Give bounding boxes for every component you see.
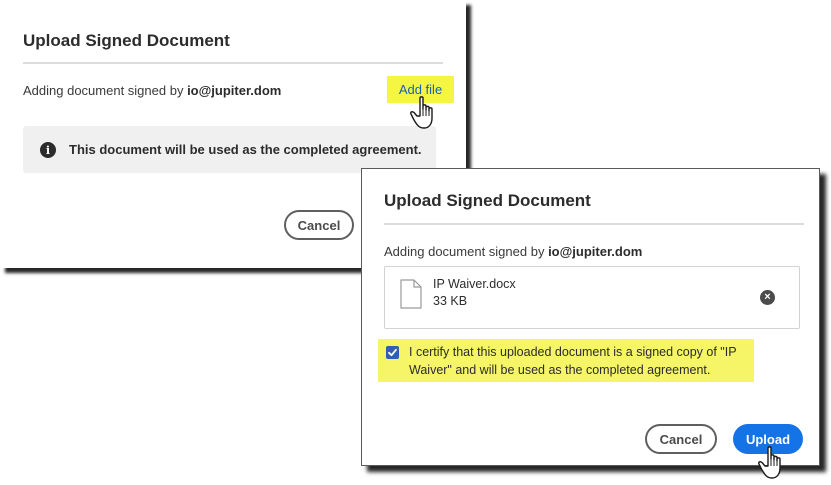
certify-checkbox[interactable] <box>386 346 399 359</box>
signed-by-prefix: Adding document signed by <box>23 83 188 98</box>
checkmark-icon <box>388 348 397 357</box>
cancel-button[interactable]: Cancel <box>645 424 717 454</box>
document-icon <box>400 279 422 309</box>
attached-file-card: IP Waiver.docx 33 KB × <box>384 266 800 329</box>
dialog-title: Upload Signed Document <box>23 31 230 50</box>
signed-by-text: Adding document signed by io@jupiter.dom <box>23 83 281 98</box>
info-banner: i This document will be used as the comp… <box>23 126 436 173</box>
close-circle-icon[interactable]: × <box>760 290 775 305</box>
title-divider <box>384 223 804 225</box>
file-name: IP Waiver.docx <box>433 277 516 291</box>
signed-by-prefix: Adding document signed by <box>384 244 549 259</box>
title-divider <box>23 62 443 64</box>
cancel-button[interactable]: Cancel <box>284 210 354 240</box>
info-icon: i <box>40 142 56 158</box>
hand-pointer-cursor-icon <box>410 96 433 129</box>
signed-by-text: Adding document signed by io@jupiter.dom <box>384 244 642 259</box>
hand-pointer-cursor-icon <box>758 446 781 479</box>
file-size: 33 KB <box>433 294 468 308</box>
signer-email: io@jupiter.dom <box>548 244 643 259</box>
certify-text: I certify that this uploaded document is… <box>409 345 737 377</box>
upload-dialog-file-added: Upload Signed Document Adding document s… <box>361 168 820 466</box>
info-text: This document will be used as the comple… <box>69 142 422 157</box>
certify-row: I certify that this uploaded document is… <box>378 339 754 382</box>
signer-email: io@jupiter.dom <box>187 83 282 98</box>
dialog-title: Upload Signed Document <box>384 191 591 210</box>
